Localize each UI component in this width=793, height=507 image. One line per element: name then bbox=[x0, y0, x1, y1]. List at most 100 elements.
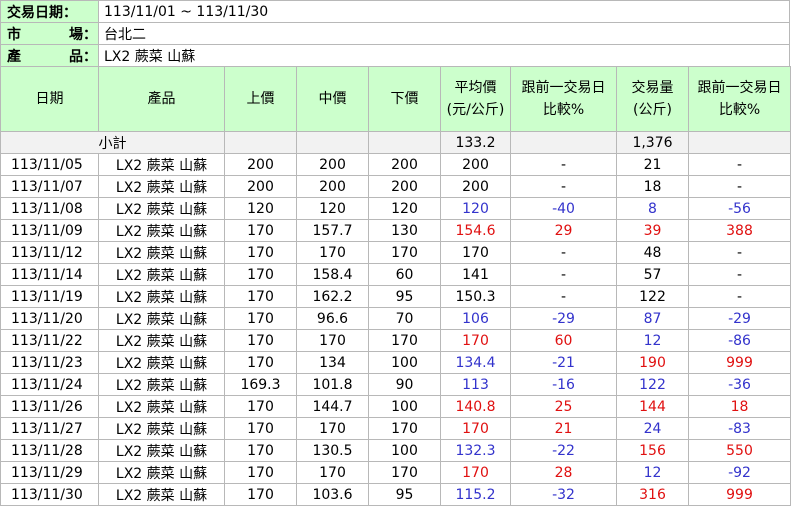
cell-middle-price: 170 bbox=[296, 329, 369, 352]
cell-average-price: 141 bbox=[440, 263, 511, 286]
cell-middle-price: 103.6 bbox=[296, 483, 369, 506]
cell-date: 113/11/22 bbox=[0, 329, 99, 352]
cell-average-price: 200 bbox=[440, 153, 511, 176]
cell-product: LX2 蕨菜 山蘇 bbox=[98, 483, 225, 506]
cell-lower-price: 100 bbox=[368, 439, 441, 462]
cell-middle-price: 162.2 bbox=[296, 285, 369, 308]
cell-volume-change: 18 bbox=[688, 395, 791, 418]
cell-date: 113/11/26 bbox=[0, 395, 99, 418]
cell-price-change: - bbox=[510, 241, 617, 264]
cell-volume: 122 bbox=[616, 285, 689, 308]
cell-lower-price: 170 bbox=[368, 329, 441, 352]
table-row: 113/11/26 LX2 蕨菜 山蘇 170 144.7 100 140.8 25 144 1… bbox=[0, 395, 791, 418]
cell-price-change: -22 bbox=[510, 439, 617, 462]
cell-product: LX2 蕨菜 山蘇 bbox=[98, 153, 225, 176]
market-label: 市場： bbox=[0, 22, 99, 45]
cell-volume-change: 999 bbox=[688, 483, 791, 506]
cell-price-change: 29 bbox=[510, 219, 617, 242]
table-row: 113/11/29 LX2 蕨菜 山蘇 170 170 170 170 28 12 -92 bbox=[0, 461, 791, 484]
cell-volume-change: -36 bbox=[688, 373, 791, 396]
cell-price-change: -29 bbox=[510, 307, 617, 330]
cell-volume: 18 bbox=[616, 175, 689, 198]
header-price-change: 跟前一交易日 比較% bbox=[510, 66, 617, 132]
table-row: 113/11/23 LX2 蕨菜 山蘇 170 134 100 134.4 -21 190 99… bbox=[0, 351, 791, 374]
cell-middle-price: 170 bbox=[296, 241, 369, 264]
cell-middle-price: 170 bbox=[296, 417, 369, 440]
cell-middle-price: 200 bbox=[296, 175, 369, 198]
date-range-row: 交易日期： 113/11/01 ~ 113/11/30 bbox=[0, 0, 790, 23]
cell-upper-price: 170 bbox=[224, 329, 297, 352]
cell-average-price: 170 bbox=[440, 329, 511, 352]
cell-volume: 122 bbox=[616, 373, 689, 396]
cell-volume: 156 bbox=[616, 439, 689, 462]
header-upper-price: 上價 bbox=[224, 66, 297, 132]
table-row: 113/11/19 LX2 蕨菜 山蘇 170 162.2 95 150.3-122- bbox=[0, 285, 791, 308]
cell-middle-price: 120 bbox=[296, 197, 369, 220]
cell-volume-change: -56 bbox=[688, 197, 791, 220]
cell-volume-change: -86 bbox=[688, 329, 791, 352]
header-volume: 交易量 (公斤) bbox=[616, 66, 689, 132]
table-row: 113/11/28 LX2 蕨菜 山蘇 170 130.5 100 132.3 -22 156… bbox=[0, 439, 791, 462]
product-row: 產品： LX2 蕨菜 山蘇 bbox=[0, 44, 790, 67]
cell-upper-price: 170 bbox=[224, 263, 297, 286]
cell-price-change: 28 bbox=[510, 461, 617, 484]
cell-volume: 190 bbox=[616, 351, 689, 374]
subtotal-volume: 1,376 bbox=[616, 131, 689, 154]
subtotal-row: 小計 133.2 1,376 bbox=[0, 131, 791, 154]
table-row: 113/11/14 LX2 蕨菜 山蘇 170 158.4 60 141-57- bbox=[0, 263, 791, 286]
cell-date: 113/11/29 bbox=[0, 461, 99, 484]
cell-average-price: 132.3 bbox=[440, 439, 511, 462]
cell-middle-price: 158.4 bbox=[296, 263, 369, 286]
cell-lower-price: 100 bbox=[368, 351, 441, 374]
header-lower-price: 下價 bbox=[368, 66, 441, 132]
cell-volume-change: -83 bbox=[688, 417, 791, 440]
subtotal-upper bbox=[224, 131, 297, 154]
cell-product: LX2 蕨菜 山蘇 bbox=[98, 417, 225, 440]
table-row: 113/11/07 LX2 蕨菜 山蘇 200 200 200 200-18- bbox=[0, 175, 791, 198]
header-volume-change: 跟前一交易日 比較% bbox=[688, 66, 791, 132]
cell-date: 113/11/08 bbox=[0, 197, 99, 220]
cell-volume-change: -92 bbox=[688, 461, 791, 484]
cell-volume: 8 bbox=[616, 197, 689, 220]
cell-upper-price: 170 bbox=[224, 483, 297, 506]
cell-upper-price: 170 bbox=[224, 307, 297, 330]
market-row: 市場： 台北二 bbox=[0, 22, 790, 45]
cell-price-change: 25 bbox=[510, 395, 617, 418]
cell-product: LX2 蕨菜 山蘇 bbox=[98, 329, 225, 352]
cell-middle-price: 157.7 bbox=[296, 219, 369, 242]
cell-date: 113/11/09 bbox=[0, 219, 99, 242]
cell-price-change: - bbox=[510, 175, 617, 198]
cell-price-change: - bbox=[510, 263, 617, 286]
cell-product: LX2 蕨菜 山蘇 bbox=[98, 219, 225, 242]
cell-lower-price: 60 bbox=[368, 263, 441, 286]
cell-volume: 24 bbox=[616, 417, 689, 440]
cell-product: LX2 蕨菜 山蘇 bbox=[98, 395, 225, 418]
table-row: 113/11/24 LX2 蕨菜 山蘇 169.3 101.8 90 113 -16 122-… bbox=[0, 373, 791, 396]
subtotal-label: 小計 bbox=[0, 131, 225, 154]
cell-price-change: -21 bbox=[510, 351, 617, 374]
cell-price-change: - bbox=[510, 285, 617, 308]
cell-volume-change: 388 bbox=[688, 219, 791, 242]
cell-lower-price: 70 bbox=[368, 307, 441, 330]
table-row: 113/11/08 LX2 蕨菜 山蘇 120 120 120 120 -40 8 -56 bbox=[0, 197, 791, 220]
cell-volume: 39 bbox=[616, 219, 689, 242]
cell-product: LX2 蕨菜 山蘇 bbox=[98, 307, 225, 330]
price-table: 日期 產品 上價 中價 下價 平均價 (元/公斤) 跟前一交易日 比較% 交易量… bbox=[0, 66, 791, 506]
cell-volume: 12 bbox=[616, 329, 689, 352]
cell-price-change: - bbox=[510, 153, 617, 176]
cell-upper-price: 170 bbox=[224, 461, 297, 484]
cell-volume-change: - bbox=[688, 263, 791, 286]
cell-middle-price: 134 bbox=[296, 351, 369, 374]
cell-date: 113/11/20 bbox=[0, 307, 99, 330]
cell-average-price: 115.2 bbox=[440, 483, 511, 506]
cell-lower-price: 95 bbox=[368, 483, 441, 506]
cell-average-price: 134.4 bbox=[440, 351, 511, 374]
cell-middle-price: 200 bbox=[296, 153, 369, 176]
cell-upper-price: 169.3 bbox=[224, 373, 297, 396]
cell-date: 113/11/30 bbox=[0, 483, 99, 506]
cell-lower-price: 170 bbox=[368, 417, 441, 440]
cell-price-change: -16 bbox=[510, 373, 617, 396]
cell-product: LX2 蕨菜 山蘇 bbox=[98, 285, 225, 308]
market-value: 台北二 bbox=[98, 22, 790, 45]
cell-date: 113/11/12 bbox=[0, 241, 99, 264]
